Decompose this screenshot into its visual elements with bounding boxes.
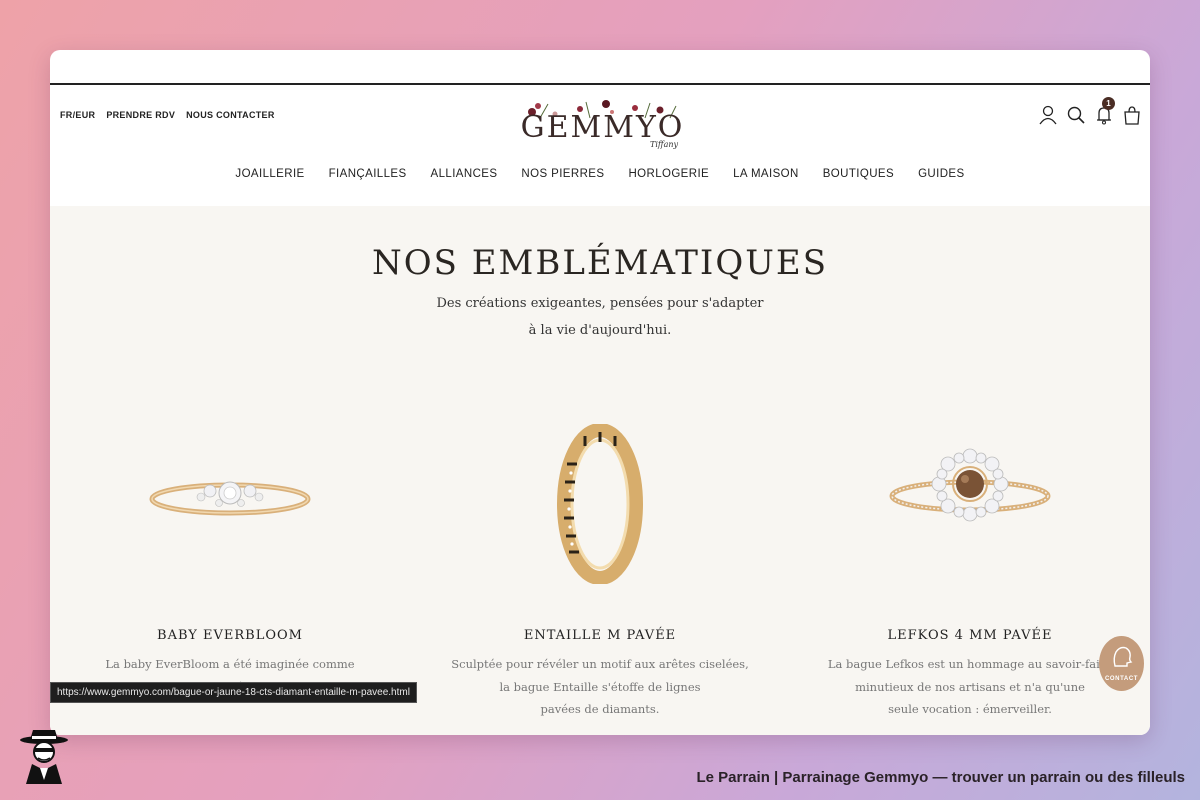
product-description: Sculptée pour révéler un motif aux arête… xyxy=(435,653,765,721)
nav-nos-pierres[interactable]: NOS PIERRES xyxy=(521,168,604,180)
desc-line: La baby EverBloom a été imaginée comme xyxy=(105,657,355,671)
lang-currency-link[interactable]: FR/EUR xyxy=(60,110,95,120)
nav-joaillerie[interactable]: JOAILLERIE xyxy=(235,168,304,180)
product-card[interactable]: ENTAILLE M PAVÉE Sculptée pour révéler u… xyxy=(435,416,765,721)
appointment-link[interactable]: PRENDRE RDV xyxy=(106,110,175,120)
nav-boutiques[interactable]: BOUTIQUES xyxy=(823,168,894,180)
contact-label: CONTACT xyxy=(1104,676,1139,682)
notification-badge: 1 xyxy=(1102,97,1115,110)
section-subtitle: Des créations exigeantes, pensées pour s… xyxy=(50,290,1150,344)
ring-image-everbloom xyxy=(149,481,311,516)
ring-image-entaille xyxy=(557,424,643,584)
desc-line: minutieux de nos artisans et n'a qu'une xyxy=(855,679,1085,694)
header-icons: 1 xyxy=(1038,97,1142,126)
bag-icon[interactable] xyxy=(1122,104,1142,126)
product-card[interactable]: LEFKOS 4 MM PAVÉE La bague Lefkos est un… xyxy=(805,416,1135,721)
product-card[interactable]: BABY EVERBLOOM La baby EverBloom a été i… xyxy=(65,416,395,698)
section-title: NOS EMBLÉMATIQUES xyxy=(372,242,828,283)
contact-button[interactable]: CONTACT xyxy=(1099,636,1144,691)
desc-line: La bague Lefkos est un hommage au savoir… xyxy=(827,657,1113,671)
desc-line: Sculptée pour révéler un motif aux arête… xyxy=(451,657,749,671)
chat-head-icon xyxy=(1099,644,1144,675)
browser-page: FR/EUR PRENDRE RDV NOUS CONTACTER GEMMYO… xyxy=(50,50,1150,735)
nav-guides[interactable]: GUIDES xyxy=(918,168,965,180)
subtitle-line: Des créations exigeantes, pensées pour s… xyxy=(436,296,764,311)
ring-image-lefkos xyxy=(889,448,1051,522)
nav-horlogerie[interactable]: HORLOGERIE xyxy=(628,168,709,180)
product-name[interactable]: BABY EVERBLOOM xyxy=(65,628,395,643)
bell-icon[interactable]: 1 xyxy=(1094,97,1115,126)
search-icon[interactable] xyxy=(1066,104,1086,126)
product-name[interactable]: LEFKOS 4 MM PAVÉE xyxy=(805,628,1135,643)
user-icon[interactable] xyxy=(1038,104,1058,126)
main-nav: JOAILLERIE FIANÇAILLES ALLIANCES NOS PIE… xyxy=(50,168,1150,180)
logo-signature: Tiffany xyxy=(650,140,679,149)
subtitle-line: à la vie d'aujourd'hui. xyxy=(528,323,672,338)
desc-line: seule vocation : émerveiller. xyxy=(888,702,1052,716)
parrain-mascot-logo xyxy=(18,728,70,784)
desc-line: la bague Entaille s'étoffe de lignes xyxy=(499,679,701,694)
page-caption: Le Parrain | Parrainage Gemmyo — trouver… xyxy=(696,769,1185,786)
utility-links: FR/EUR PRENDRE RDV NOUS CONTACTER xyxy=(60,110,275,120)
nav-la-maison[interactable]: LA MAISON xyxy=(733,168,799,180)
product-description: La bague Lefkos est un hommage au savoir… xyxy=(805,653,1135,721)
nav-alliances[interactable]: ALLIANCES xyxy=(431,168,498,180)
product-image[interactable] xyxy=(65,416,395,596)
product-image[interactable] xyxy=(435,416,765,596)
emblematic-section: NOS EMBLÉMATIQUES Des créations exigeant… xyxy=(50,206,1150,735)
product-name[interactable]: ENTAILLE M PAVÉE xyxy=(435,628,765,643)
nav-fiancailles[interactable]: FIANÇAILLES xyxy=(329,168,407,180)
gemmyo-logo[interactable]: GEMMYO Tiffany xyxy=(520,98,685,153)
top-divider xyxy=(50,83,1150,85)
product-image[interactable] xyxy=(805,416,1135,596)
contact-link[interactable]: NOUS CONTACTER xyxy=(186,110,275,120)
status-url-tooltip: https://www.gemmyo.com/bague-or-jaune-18… xyxy=(50,682,417,703)
desc-line: pavées de diamants. xyxy=(540,702,660,716)
